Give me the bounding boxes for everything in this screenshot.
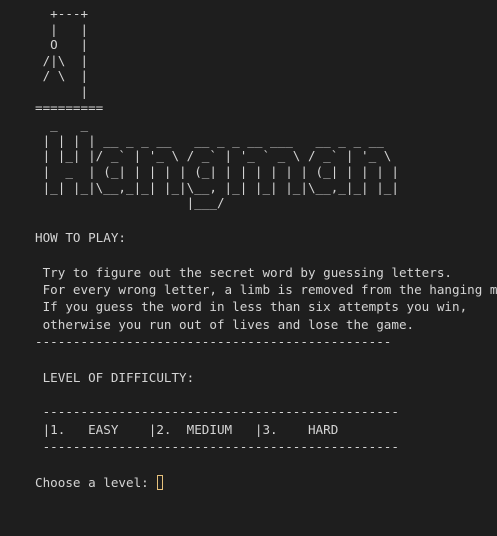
prompt-label: Choose a level: xyxy=(35,474,157,490)
gallows-line: O | xyxy=(35,37,89,53)
banner-line: |_| |_|\__,_|_| |_|\__, |_| |_| |_|\__,_… xyxy=(35,179,399,195)
instruction-line: Try to figure out the secret word by gue… xyxy=(35,264,453,280)
instruction-line: otherwise you run out of lives and lose … xyxy=(35,316,415,332)
gallows-line: / \ | xyxy=(35,68,89,84)
hangman-gallows-ascii: +---+ | | O | /|\ | / \ | | ========= xyxy=(35,6,497,115)
gallows-line: +---+ xyxy=(35,6,89,21)
section-separator: ----------------------------------------… xyxy=(35,334,392,350)
text-cursor[interactable] xyxy=(157,474,164,490)
level-options-row: |1. EASY |2. MEDIUM |3. HARD xyxy=(35,421,339,437)
gallows-base: ========= xyxy=(35,99,104,115)
terminal-window[interactable]: +---+ | | O | /|\ | / \ | | ========= _ … xyxy=(0,0,497,536)
instruction-line: If you guess the word in less than six a… xyxy=(35,299,468,315)
banner-line: | |_| |/ _` | '_ \ / _` | '_ ` _ \ / _` … xyxy=(35,148,392,164)
banner-line: | | | | __ _ _ __ __ _ _ __ ___ __ _ _ _… xyxy=(35,132,384,148)
instruction-line: For every wrong letter, a limb is remove… xyxy=(35,281,497,297)
level-table-bottom-border: ----------------------------------------… xyxy=(35,439,399,455)
gallows-line: | xyxy=(35,83,89,99)
hangman-title-banner: _ _ | | | | __ _ _ __ __ _ _ __ ___ __ _… xyxy=(35,117,497,211)
gallows-line: /|\ | xyxy=(35,52,89,68)
how-to-play-heading: HOW TO PLAY: xyxy=(35,229,126,245)
instructions-text: Try to figure out the secret word by gue… xyxy=(35,264,497,334)
gallows-line: | | xyxy=(35,21,89,37)
banner-line: |___/ xyxy=(35,195,225,211)
banner-line: | _ | (_| | | | | (_| | | | | | | (_| | … xyxy=(35,163,399,179)
level-table-top-border: ----------------------------------------… xyxy=(35,404,399,420)
banner-line: _ _ xyxy=(35,117,89,133)
level-prompt-line[interactable]: Choose a level: xyxy=(35,474,497,491)
difficulty-heading: LEVEL OF DIFFICULTY: xyxy=(35,369,195,385)
